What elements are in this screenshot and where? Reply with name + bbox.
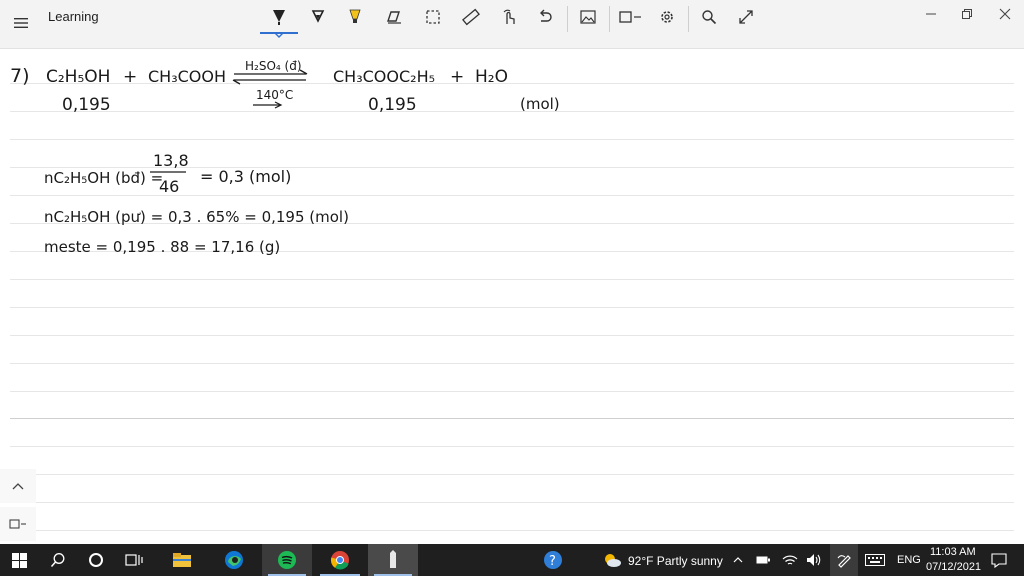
battery-icon[interactable]	[754, 544, 772, 576]
wifi-icon[interactable]	[780, 544, 800, 576]
task-view-icon[interactable]	[116, 544, 152, 576]
condition-catalyst: H₂SO₄ (đ)	[245, 59, 302, 73]
pencil-icon[interactable]	[305, 6, 331, 28]
fraction-numerator: 13,8	[153, 151, 189, 170]
notification-icon[interactable]	[984, 544, 1014, 576]
search-icon[interactable]	[696, 6, 722, 28]
chrome-browser-icon[interactable]	[314, 544, 366, 576]
condition-temperature: 140°C	[256, 88, 293, 102]
shape-icon[interactable]	[617, 6, 647, 28]
plus-sign-2: +	[450, 67, 464, 87]
maximize-icon[interactable]	[952, 4, 982, 24]
taskbar: ? 92°F Partly sunny ENG 11:03 AM 07/12/2…	[0, 544, 1024, 576]
ethanol-initial-label: nC₂H₅OH (bđ) =	[44, 169, 163, 187]
reactant-ethanol: C₂H₅OH	[46, 67, 110, 87]
clock-date[interactable]: 07/12/2021	[926, 561, 981, 573]
edge-browser-icon[interactable]	[216, 544, 252, 576]
toolbar-separator	[688, 6, 689, 32]
ester-mass-line: meste = 0,195 . 88 = 17,16 (g)	[44, 238, 280, 256]
ink-canvas[interactable]: 7) C₂H₅OH + CH₃COOH H₂SO₄ (đ) 140°C CH₃C…	[0, 49, 1024, 544]
app-title: Learning	[48, 9, 99, 24]
mol-unit: (mol)	[520, 95, 560, 113]
ethanol-initial-result: = 0,3 (mol)	[200, 167, 291, 186]
touch-writing-icon[interactable]	[496, 6, 522, 28]
clock-time[interactable]: 11:03 AM	[930, 546, 976, 558]
weather-text[interactable]: 92°F Partly sunny	[628, 554, 723, 568]
chevron-up-icon[interactable]	[729, 544, 747, 576]
fraction-denominator: 46	[159, 177, 179, 196]
image-icon[interactable]	[575, 6, 601, 28]
volume-icon[interactable]	[804, 544, 824, 576]
spotify-icon[interactable]	[262, 544, 312, 576]
problem-number: 7)	[10, 65, 30, 87]
reactant-acetic-acid: CH₃COOH	[148, 67, 226, 86]
pen-workspace-icon[interactable]	[830, 544, 858, 576]
eraser-icon[interactable]	[381, 6, 407, 28]
cortana-icon[interactable]	[78, 544, 114, 576]
settings-icon[interactable]	[654, 6, 680, 28]
minimize-icon[interactable]	[916, 4, 946, 24]
handwritten-notes: 7) C₂H₅OH + CH₃COOH H₂SO₄ (đ) 140°C CH₃C…	[10, 59, 560, 256]
windows-start-icon[interactable]	[0, 544, 38, 576]
file-explorer-icon[interactable]	[164, 544, 200, 576]
input-language[interactable]: ENG	[897, 554, 921, 566]
search-icon[interactable]	[40, 544, 76, 576]
toolbar-separator	[609, 6, 610, 32]
chevron-down-icon[interactable]	[274, 25, 284, 43]
close-icon[interactable]	[990, 4, 1020, 24]
chevron-up-icon[interactable]	[0, 469, 36, 503]
ethanol-reacted-line: nC₂H₅OH (pư) = 0,3 . 65% = 0,195 (mol)	[44, 208, 349, 226]
svg-text:?: ?	[549, 554, 556, 569]
menu-icon[interactable]	[10, 12, 32, 34]
plus-sign: +	[123, 67, 137, 87]
lasso-select-icon[interactable]	[420, 6, 446, 28]
page-options-icon[interactable]	[0, 507, 36, 541]
product-water: H₂O	[475, 67, 508, 87]
toolbar-separator	[567, 6, 568, 32]
product-ethyl-acetate: CH₃COOC₂H₅	[333, 67, 435, 86]
active-tool-indicator	[260, 32, 298, 34]
ruler-icon[interactable]	[458, 6, 484, 28]
highlighter-icon[interactable]	[342, 6, 368, 28]
partly-sunny-icon	[600, 544, 624, 576]
whiteboard-app-icon[interactable]	[368, 544, 418, 576]
amount-ethanol: 0,195	[62, 95, 111, 115]
amount-ester: 0,195	[368, 95, 417, 115]
undo-icon[interactable]	[532, 6, 558, 28]
title-bar: Learning	[0, 0, 1024, 49]
expand-icon[interactable]	[733, 6, 759, 28]
keyboard-icon[interactable]	[862, 544, 888, 576]
help-icon[interactable]: ?	[538, 544, 568, 576]
